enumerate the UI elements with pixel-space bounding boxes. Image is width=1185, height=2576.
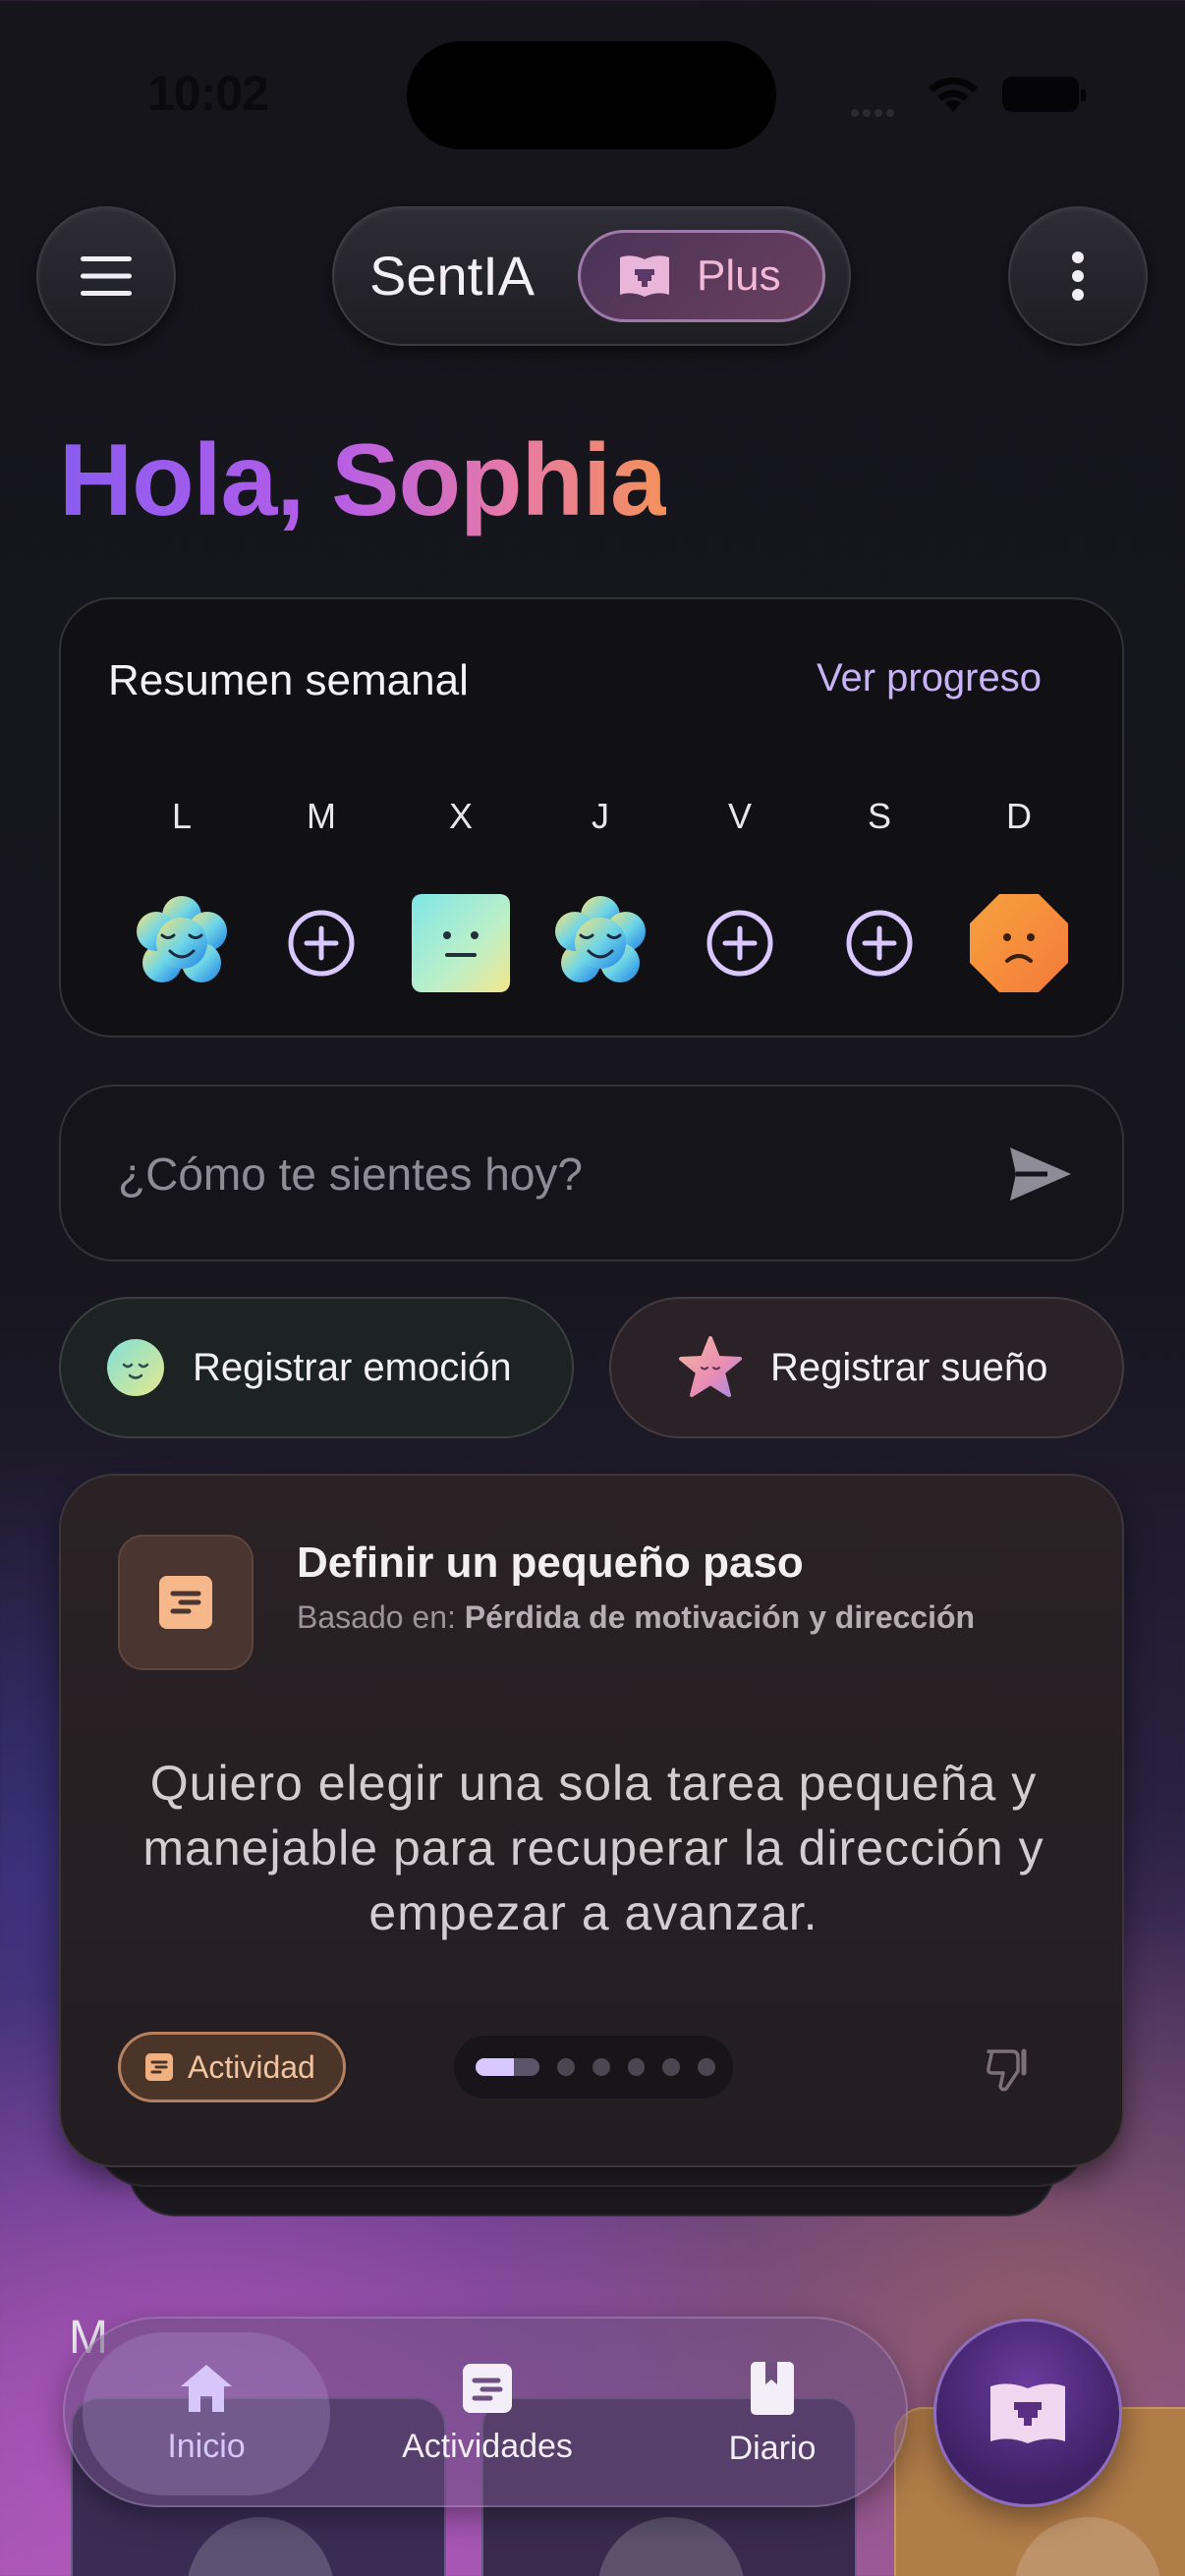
tab-home-label: Inicio <box>167 2427 246 2465</box>
battery-icon <box>1002 77 1086 112</box>
tab-activities-label: Actividades <box>402 2427 573 2465</box>
sad-octagon-mood-icon <box>970 894 1068 992</box>
day-saturday[interactable]: S <box>825 796 933 977</box>
log-sleep-label: Registrar sueño <box>770 1345 1048 1389</box>
more-options-button[interactable] <box>1008 206 1148 346</box>
home-icon <box>181 2364 232 2412</box>
more-vertical-icon <box>1072 252 1084 301</box>
numbered-list-icon <box>1014 2517 1161 2576</box>
wifi-icon <box>929 77 978 112</box>
suggestion-basis-prefix: Basado en: <box>297 1599 456 1635</box>
calm-flower-mood-icon <box>137 896 227 982</box>
diary-book-icon <box>751 2361 794 2415</box>
log-emotion-button[interactable]: Registrar emoción <box>59 1297 574 1438</box>
activity-note-icon <box>159 1576 212 1629</box>
suggestion-card[interactable]: Definir un pequeño paso Basado en: Pérdi… <box>59 1474 1124 2167</box>
thumbs-down-icon[interactable] <box>985 2044 1036 2095</box>
ai-companion-button[interactable] <box>933 2319 1122 2507</box>
app-name: SentIA <box>369 245 536 307</box>
activity-tag-label: Actividad <box>188 2048 315 2085</box>
activity-icon-box <box>118 1535 254 1670</box>
bottom-tab-bar: Inicio Actividades Diario <box>63 2317 908 2507</box>
menu-button[interactable] <box>36 206 176 346</box>
tab-activities[interactable]: Actividades <box>360 2332 615 2495</box>
day-letter: V <box>727 796 752 836</box>
focus-icon <box>597 2517 745 2576</box>
activities-icon <box>463 2363 512 2413</box>
send-icon[interactable] <box>1008 1146 1073 1203</box>
day-letter: D <box>1006 796 1032 836</box>
suggestion-pager[interactable] <box>454 2036 733 2099</box>
weekly-summary-title: Resumen semanal <box>108 656 469 704</box>
suggestion-title: Definir un pequeño paso <box>297 1539 804 1587</box>
pager-dot[interactable] <box>592 2058 610 2076</box>
emotion-face-icon <box>107 1339 164 1396</box>
day-letter: X <box>448 796 473 836</box>
signal-icon <box>851 102 906 117</box>
calm-flower-mood-icon <box>555 896 646 982</box>
day-wednesday[interactable]: X <box>407 796 515 992</box>
plus-badge[interactable]: Plus <box>578 230 825 322</box>
status-time: 10:02 <box>147 66 269 121</box>
dynamic-island <box>407 41 776 149</box>
tab-diary[interactable]: Diario <box>654 2332 890 2495</box>
suggestion-basis: Basado en: Pérdida de motivación y direc… <box>297 1599 975 1636</box>
pager-dot[interactable] <box>662 2058 681 2076</box>
sleepy-star-icon <box>679 1336 742 1397</box>
mood-text-input[interactable]: ¿Cómo te sientes hoy? <box>59 1085 1124 1261</box>
plan-label: Plus <box>697 252 781 300</box>
heart-book-icon <box>620 255 669 297</box>
day-tuesday[interactable]: M <box>267 796 375 977</box>
weekly-summary-card: Resumen semanal Ver progreso L M X J V S… <box>59 597 1124 1037</box>
day-letter: J <box>592 796 609 836</box>
view-progress-link[interactable]: Ver progreso <box>817 656 1042 700</box>
brand-pill[interactable]: SentIA Plus <box>332 206 851 346</box>
activity-tag-icon <box>145 2053 173 2081</box>
suggestion-body: Quiero elegir una sola tarea pequeña y m… <box>142 1756 1044 1940</box>
day-letter: L <box>171 796 193 836</box>
log-emotion-label: Registrar emoción <box>193 1345 512 1389</box>
activity-tag: Actividad <box>118 2032 346 2102</box>
day-friday[interactable]: V <box>686 796 794 977</box>
lotus-icon <box>187 2517 334 2576</box>
neutral-square-mood-icon <box>412 894 510 992</box>
day-monday[interactable]: L <box>128 796 236 982</box>
hamburger-icon <box>81 256 132 296</box>
greeting-heading: Hola, Sophia <box>59 423 667 537</box>
pager-dot[interactable] <box>557 2058 575 2076</box>
log-sleep-button[interactable]: Registrar sueño <box>609 1297 1124 1438</box>
day-letter: M <box>307 796 336 836</box>
day-thursday[interactable]: J <box>546 796 654 982</box>
mood-input-placeholder: ¿Cómo te sientes hoy? <box>118 1148 584 1200</box>
heart-book-icon <box>990 2383 1065 2443</box>
pager-dot-active[interactable] <box>476 2058 540 2076</box>
pager-dot[interactable] <box>627 2058 646 2076</box>
tab-home[interactable]: Inicio <box>83 2332 330 2495</box>
tab-diary-label: Diario <box>728 2429 817 2467</box>
add-mood-icon <box>288 910 355 977</box>
pager-dot[interactable] <box>698 2058 715 2076</box>
add-mood-icon <box>846 910 913 977</box>
suggestion-basis-value: Pérdida de motivación y dirección <box>464 1599 976 1635</box>
day-sunday[interactable]: D <box>965 796 1073 992</box>
day-letter: S <box>867 796 891 836</box>
add-mood-icon <box>706 910 773 977</box>
